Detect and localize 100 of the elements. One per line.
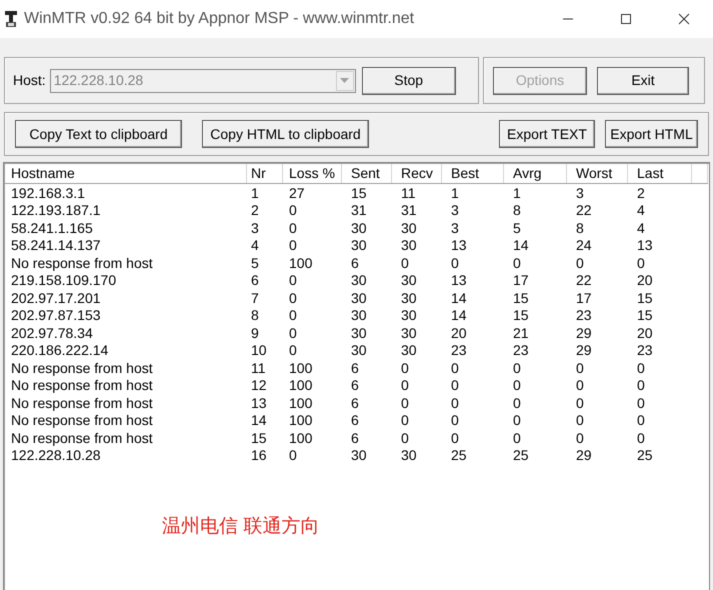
table-cell-text: 100 bbox=[288, 429, 314, 446]
table-cell-text: 23 bbox=[575, 306, 593, 324]
table-cell-text: 122.228.10.28 bbox=[10, 446, 102, 464]
table-cell-text: 20 bbox=[636, 324, 654, 342]
annotation-text: 温州电信 联通方向 bbox=[162, 515, 320, 539]
table-cell-text: 58.241.1.165 bbox=[10, 219, 94, 236]
table-cell-text: 3 bbox=[575, 184, 585, 202]
table-cell-text: 0 bbox=[288, 446, 298, 464]
table-cell-text: 30 bbox=[350, 289, 368, 306]
host-label: Host: bbox=[13, 71, 46, 90]
table-cell-text: 9 bbox=[250, 324, 260, 342]
table-cell-text: 30 bbox=[400, 306, 418, 324]
table-cell-text: 15 bbox=[636, 306, 654, 324]
table-cell-text: 122.193.187.1 bbox=[10, 202, 102, 219]
table-cell-text: 20 bbox=[636, 272, 654, 289]
table-cell-text: 15 bbox=[250, 429, 268, 446]
button[interactable]: Exit bbox=[597, 66, 689, 94]
table-cell-text: 3 bbox=[250, 219, 260, 236]
table-cell-text: 16 bbox=[250, 446, 268, 464]
table-cell-text: 13 bbox=[450, 272, 468, 289]
window-title: WinMTR v0.92 64 bit by Appnor MSP - www.winmtr.net bbox=[24, 9, 414, 29]
table-cell-text: 100 bbox=[288, 254, 314, 272]
table-cell-text: 1 bbox=[512, 184, 522, 202]
table-cell-text: 15 bbox=[636, 289, 654, 306]
table-cell-text: No response from host bbox=[10, 376, 154, 394]
table-cell-text: 20 bbox=[450, 324, 468, 342]
table-cell-text: 25 bbox=[512, 446, 530, 464]
button[interactable]: Copy HTML to clipboard bbox=[202, 120, 369, 148]
table-cell-text: 8 bbox=[250, 306, 260, 324]
table-cell-text: 0 bbox=[400, 412, 410, 429]
table-cell-text: 13 bbox=[450, 236, 468, 254]
table-cell-text: 30 bbox=[400, 219, 418, 236]
table-cell-text: 30 bbox=[350, 219, 368, 236]
table-cell-text: 30 bbox=[400, 272, 418, 289]
table-cell-text: 25 bbox=[450, 446, 468, 464]
table-cell-text: 0 bbox=[575, 359, 585, 376]
button[interactable]: Stop bbox=[362, 66, 456, 94]
table-cell-text: 25 bbox=[636, 446, 654, 464]
table-cell-text: 15 bbox=[512, 289, 530, 306]
table-cell-text: 0 bbox=[450, 429, 460, 446]
table-cell-text: 10 bbox=[250, 342, 268, 359]
table-cell-text: 0 bbox=[288, 272, 298, 289]
table-cell-text: 0 bbox=[512, 376, 522, 394]
table-cell-text: 11 bbox=[250, 359, 267, 376]
table-cell-text: 3 bbox=[450, 202, 460, 219]
table-cell-text: 0 bbox=[400, 254, 410, 272]
table-cell-text: 0 bbox=[575, 254, 585, 272]
table-cell-text: 30 bbox=[400, 289, 418, 306]
table-cell-text: 58.241.14.137 bbox=[10, 236, 102, 254]
table-cell-text: 31 bbox=[350, 202, 368, 219]
table-cell-text: 0 bbox=[400, 376, 410, 394]
table-cell-text: No response from host bbox=[10, 254, 154, 272]
table-cell-text: 0 bbox=[512, 394, 522, 412]
table-cell-text: 0 bbox=[636, 359, 646, 376]
table-cell-text: 30 bbox=[350, 342, 368, 359]
table-cell-text: 30 bbox=[350, 236, 368, 254]
table-cell-text: 100 bbox=[288, 412, 314, 429]
table-cell-text: 0 bbox=[400, 429, 410, 446]
table-cell-text: 11 bbox=[400, 184, 417, 202]
table-cell-text: 27 bbox=[288, 184, 306, 202]
table-cell-text: 14 bbox=[450, 289, 468, 306]
table-cell-text: 0 bbox=[288, 324, 298, 342]
table-cell-text: 6 bbox=[350, 376, 360, 394]
table-cell-text: 1 bbox=[450, 184, 460, 202]
app-icon bbox=[4, 10, 18, 28]
table-cell-text: 0 bbox=[450, 376, 460, 394]
table-cell-text: 17 bbox=[575, 289, 593, 306]
table-cell-text: 23 bbox=[636, 342, 654, 359]
table-cell-text: 0 bbox=[288, 342, 298, 359]
table-cell-text: 0 bbox=[575, 412, 585, 429]
table-cell-text: 23 bbox=[512, 342, 530, 359]
table-cell-text: 30 bbox=[400, 324, 418, 342]
table-cell-text: 0 bbox=[636, 429, 646, 446]
table-cell-text: 2 bbox=[250, 202, 260, 219]
button[interactable]: Copy Text to clipboard bbox=[15, 120, 182, 148]
table-cell-text: 6 bbox=[350, 359, 360, 376]
table-cell-text: 0 bbox=[450, 412, 460, 429]
table-cell-text: 0 bbox=[288, 289, 298, 306]
button[interactable]: Export HTML bbox=[605, 120, 698, 148]
table-cell-text: 202.97.78.34 bbox=[10, 324, 94, 342]
table-cell-text: 30 bbox=[350, 446, 368, 464]
table-cell-text: 0 bbox=[288, 306, 298, 324]
table-cell-text: 5 bbox=[512, 219, 522, 236]
table-cell-text: 6 bbox=[350, 429, 360, 446]
table-cell-text: 0 bbox=[636, 394, 646, 412]
table-cell-text: 0 bbox=[636, 376, 646, 394]
table-cell-text: 13 bbox=[636, 236, 654, 254]
table-cell-text: 4 bbox=[636, 202, 646, 219]
close-icon bbox=[678, 13, 690, 25]
table-cell-text: 30 bbox=[400, 446, 418, 464]
table-cell-text: 30 bbox=[350, 272, 368, 289]
table-cell-text: 2 bbox=[636, 184, 646, 202]
table-cell-text: 100 bbox=[288, 376, 314, 394]
table-cell-text: 22 bbox=[575, 202, 593, 219]
table-cell-text: 13 bbox=[250, 394, 268, 412]
table-cell-text: 0 bbox=[636, 412, 646, 429]
table-cell-text: 0 bbox=[288, 202, 298, 219]
button[interactable]: Export TEXT bbox=[499, 120, 595, 148]
table-cell-text: 7 bbox=[250, 289, 260, 306]
table-cell-text: 0 bbox=[288, 236, 298, 254]
